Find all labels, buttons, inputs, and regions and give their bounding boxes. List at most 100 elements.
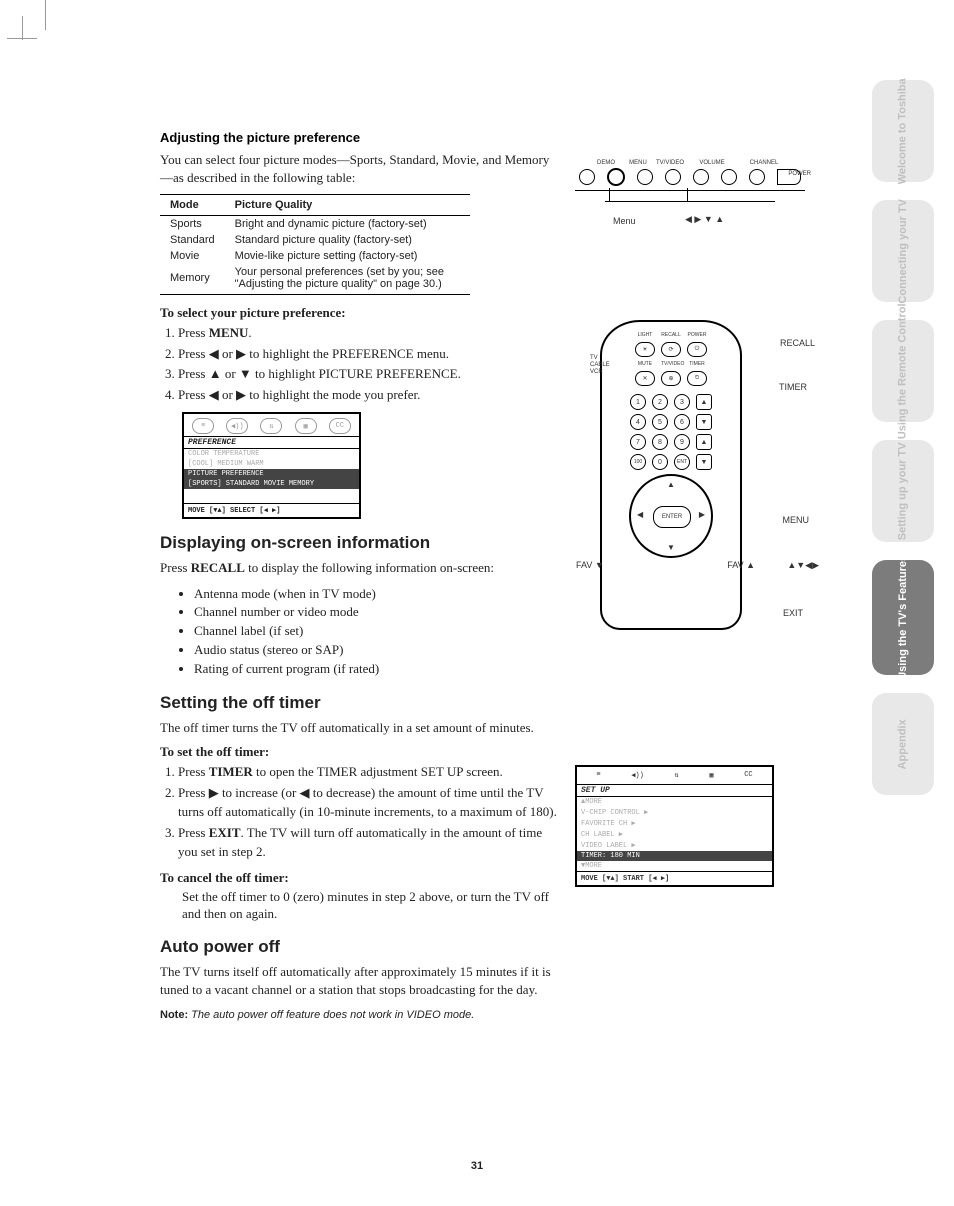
tab-label: Welcome to Toshiba <box>897 78 910 184</box>
auto-off-note: Note: The auto power off feature does no… <box>160 1009 560 1021</box>
switch-label: CABLE <box>590 362 610 369</box>
panel-label: TV/VIDEO <box>655 160 685 166</box>
menu-icon: ⇅ <box>260 418 282 434</box>
key-7[interactable]: 7 <box>630 434 646 450</box>
tab-features[interactable]: Using the TV's Features <box>872 560 934 675</box>
tab-welcome[interactable]: Welcome to Toshiba <box>872 80 934 182</box>
menu-title: SET UP <box>577 784 772 797</box>
step: Press ▶ to increase (or ◀ to decrease) t… <box>178 783 560 822</box>
mode-switch: TV CABLE VCR <box>590 355 610 377</box>
tvvideo-button[interactable] <box>637 169 653 185</box>
menu-row: ▼MORE <box>577 861 772 871</box>
menu-row: CH LABEL ▶ <box>577 829 772 840</box>
menu-icon: ◀)) <box>226 418 248 434</box>
quality-cell: Your personal preferences (set by you; s… <box>225 264 470 295</box>
vol-up[interactable]: ▲ <box>696 434 712 450</box>
callout-arrows: ▲▼◀▶ <box>787 560 819 571</box>
timer-button[interactable]: ⏲ <box>687 371 707 386</box>
menu-icon: CC <box>744 771 752 780</box>
key-6[interactable]: 6 <box>674 414 690 430</box>
step: Press ▲ or ▼ to highlight PICTURE PREFER… <box>178 364 560 384</box>
table-header-quality: Picture Quality <box>225 195 470 216</box>
mode-cell: Movie <box>160 248 225 264</box>
heading-auto-power-off: Auto power off <box>160 937 560 957</box>
btn-label: LIGHT <box>635 332 655 338</box>
recall-button[interactable]: ⟳ <box>661 342 681 357</box>
menu-icon: CC <box>329 418 351 434</box>
bullet: Channel number or video mode <box>194 603 560 622</box>
tab-appendix[interactable]: Appendix <box>872 693 934 795</box>
select-preference-head: To select your picture preference: <box>160 305 560 321</box>
dpad-left[interactable]: ◀ <box>637 510 643 519</box>
key-100[interactable]: 100 <box>630 454 646 470</box>
light-button[interactable]: ☀ <box>635 342 655 357</box>
power-button[interactable]: ⏻ <box>687 342 707 357</box>
vol-up-button[interactable] <box>693 169 709 185</box>
note-text: The auto power off feature does not work… <box>188 1009 474 1021</box>
key-4[interactable]: 4 <box>630 414 646 430</box>
tab-setup[interactable]: Setting up your TV <box>872 440 934 542</box>
setup-menu-figure: ≡ ◀)) ⇅ ▦ CC SET UP ▲MORE V-CHIP CONTROL… <box>575 765 790 887</box>
section-tabs: Welcome to Toshiba Connecting your TV Us… <box>872 80 934 795</box>
key-0[interactable]: 0 <box>652 454 668 470</box>
dpad-down[interactable]: ▼ <box>667 543 675 552</box>
demo-button[interactable] <box>579 169 595 185</box>
bullet: Rating of current program (if rated) <box>194 660 560 679</box>
mute-button[interactable]: ✕ <box>635 371 655 386</box>
tab-connecting[interactable]: Connecting your TV <box>872 200 934 302</box>
key-ent[interactable]: ENT <box>674 454 690 470</box>
menu-icon: ≡ <box>596 771 600 780</box>
tab-remote[interactable]: Using the Remote Control <box>872 320 934 422</box>
bullet: Antenna mode (when in TV mode) <box>194 585 560 604</box>
ch-up[interactable]: ▲ <box>696 394 712 410</box>
callout-menu: MENU <box>783 515 810 525</box>
enter-button[interactable]: ENTER <box>653 506 691 528</box>
tab-label: Setting up your TV <box>897 442 910 540</box>
key-2[interactable]: 2 <box>652 394 668 410</box>
key-9[interactable]: 9 <box>674 434 690 450</box>
tab-label: Using the TV's Features <box>897 555 910 680</box>
step: Press MENU. <box>178 323 560 343</box>
table-header-mode: Mode <box>160 195 225 216</box>
select-preference-steps: Press MENU. Press ◀ or ▶ to highlight th… <box>178 323 560 404</box>
heading-display-info: Displaying on-screen information <box>160 533 560 553</box>
callout-fav-down: FAV ▼ <box>576 560 604 570</box>
switch-label: VCR <box>590 369 610 376</box>
key-8[interactable]: 8 <box>652 434 668 450</box>
dpad-right[interactable]: ▶ <box>699 510 705 519</box>
menu-row: [COOL] MEDIUM WARM <box>184 459 359 469</box>
callout-exit: EXIT <box>783 608 803 618</box>
table-row: SportsBright and dynamic picture (factor… <box>160 216 470 233</box>
key-3[interactable]: 3 <box>674 394 690 410</box>
dpad-up[interactable]: ▲ <box>667 480 675 489</box>
key-5[interactable]: 5 <box>652 414 668 430</box>
bullet: Audio status (stereo or SAP) <box>194 641 560 660</box>
ch-up-button[interactable] <box>749 169 765 185</box>
mode-cell: Sports <box>160 216 225 233</box>
btn-label: RECALL <box>661 332 681 338</box>
off-timer-intro: The off timer turns the TV off automatic… <box>160 719 560 737</box>
page-content: Adjusting the picture preference You can… <box>0 0 954 1072</box>
step: Press EXIT. The TV will turn off automat… <box>178 823 560 862</box>
tab-label: Appendix <box>897 719 910 769</box>
page-number: 31 <box>0 1160 954 1172</box>
menu-icon: ▦ <box>295 418 317 434</box>
auto-off-body: The TV turns itself off automatically af… <box>160 963 560 998</box>
quality-cell: Bright and dynamic picture (factory-set) <box>225 216 470 233</box>
menu-title: PREFERENCE <box>184 436 359 449</box>
panel-label: CHANNEL <box>739 160 789 166</box>
tvvideo-button[interactable]: ⊕ <box>661 371 681 386</box>
key-1[interactable]: 1 <box>630 394 646 410</box>
menu-row-selected: TIMER: 180 MIN <box>577 851 772 861</box>
intro-text: You can select four picture modes—Sports… <box>160 151 560 186</box>
cancel-off-timer-text: Set the off timer to 0 (zero) minutes in… <box>182 888 560 923</box>
recall-label: RECALL <box>191 560 245 575</box>
vol-down[interactable]: ▼ <box>696 454 712 470</box>
display-intro: Press RECALL to display the following in… <box>160 559 560 577</box>
menu-button[interactable] <box>607 168 625 186</box>
ch-down[interactable]: ▼ <box>696 414 712 430</box>
heading-off-timer: Setting the off timer <box>160 693 560 713</box>
ch-down-button[interactable] <box>721 169 737 185</box>
vol-down-button[interactable] <box>665 169 681 185</box>
table-row: MemoryYour personal preferences (set by … <box>160 264 470 295</box>
